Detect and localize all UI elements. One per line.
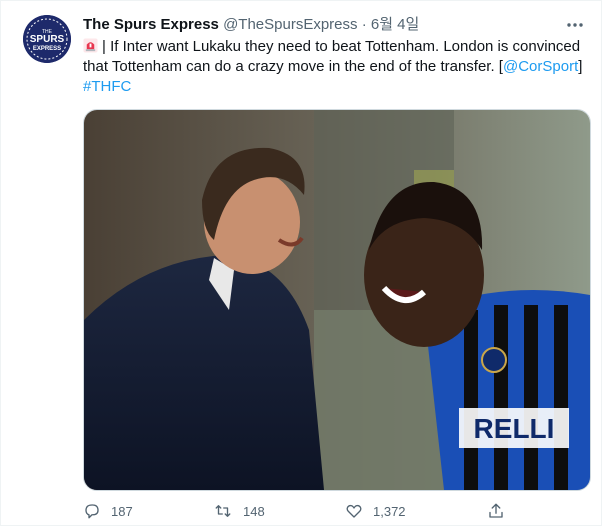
share-icon xyxy=(489,503,503,518)
like-button[interactable]: 1,372 xyxy=(345,499,406,523)
tweet-text: | If Inter want Lukaku they need to beat… xyxy=(83,37,591,97)
reply-count: 187 xyxy=(111,503,133,519)
hashtag-link[interactable]: #THFC xyxy=(83,78,131,95)
author-name[interactable]: The Spurs Express xyxy=(83,16,219,33)
heart-icon xyxy=(346,504,362,518)
spurs-express-logo: THE SPURS EXPRESS xyxy=(23,15,71,63)
avatar-text-line3: EXPRESS xyxy=(33,46,61,52)
jersey-sponsor-text: RELLI xyxy=(474,413,555,444)
siren-emoji-icon xyxy=(83,38,98,53)
retweet-count: 148 xyxy=(243,503,265,519)
more-options-button[interactable] xyxy=(563,13,587,37)
reply-button[interactable]: 187 xyxy=(83,499,133,523)
tweet-body-end: ] xyxy=(578,58,583,75)
tweet-header: The Spurs Express @TheSpursExpress · 6월 … xyxy=(83,15,581,35)
header-separator: · xyxy=(361,16,367,33)
tweet-photo[interactable]: RELLI xyxy=(83,109,591,491)
more-horizontal-icon xyxy=(567,23,583,27)
tweet-date[interactable]: 6월 4일 xyxy=(371,16,419,33)
retweet-button[interactable]: 148 xyxy=(213,499,265,523)
mention-link[interactable]: @CorSport xyxy=(503,58,578,75)
photo-conte-lukaku: RELLI xyxy=(84,110,590,490)
author-handle[interactable]: @TheSpursExpress xyxy=(223,16,357,33)
avatar-text-line2: SPURS xyxy=(30,34,65,45)
tweet-card[interactable]: THE SPURS EXPRESS The Spurs Express @The… xyxy=(0,0,602,526)
avatar[interactable]: THE SPURS EXPRESS xyxy=(23,15,71,63)
reply-icon xyxy=(85,504,99,519)
share-button[interactable] xyxy=(487,499,515,523)
tweet-actions: 187 148 1,372 xyxy=(83,499,591,523)
retweet-icon xyxy=(215,505,231,517)
like-count: 1,372 xyxy=(373,503,406,519)
